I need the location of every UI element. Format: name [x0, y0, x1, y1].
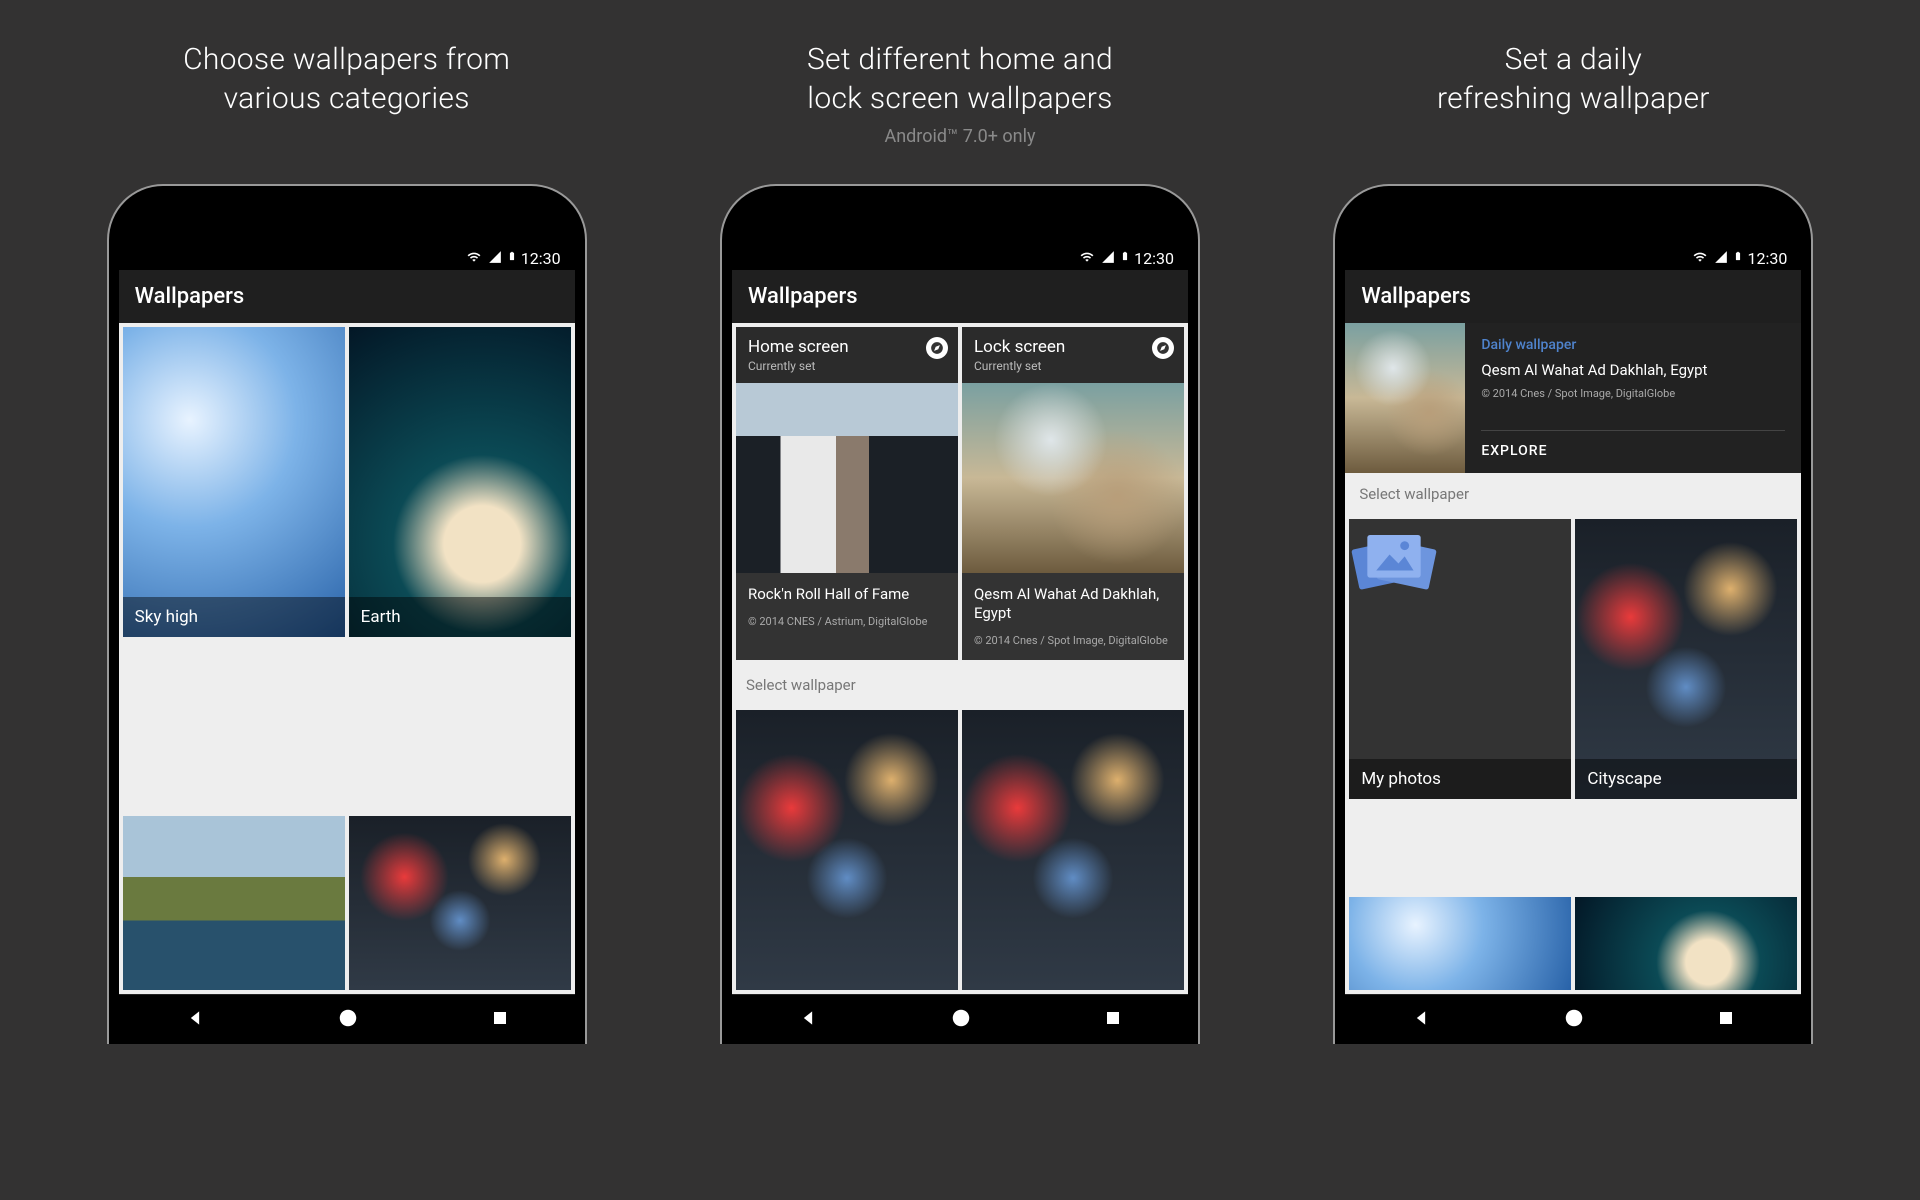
wallpaper-name: Rock'n Roll Hall of Fame [748, 585, 946, 604]
category-tile[interactable] [123, 816, 345, 991]
wifi-icon [1078, 249, 1096, 268]
tile-my-photos[interactable]: My photos [1349, 519, 1571, 799]
category-tile-sky-high[interactable]: Sky high [123, 327, 345, 637]
back-icon[interactable] [185, 1008, 205, 1032]
android-navbar [1345, 994, 1801, 1044]
wallpaper-name: Qesm Al Wahat Ad Dakhlah, Egypt [974, 585, 1172, 623]
promo-panel-daily: Set a daily refreshing wallpaper 12:30 W… [1287, 40, 1860, 1200]
tile-cityscape[interactable]: Cityscape [1575, 519, 1797, 799]
recents-icon[interactable] [491, 1009, 509, 1031]
card-title: Home screen [748, 337, 946, 357]
android-navbar [119, 994, 575, 1044]
phone-mockup: 12:30 Wallpapers Home screen Currently s… [720, 184, 1200, 1044]
promo-headline: Set different home and lock screen wallp… [807, 40, 1113, 118]
explore-icon[interactable] [926, 337, 948, 359]
daily-name: Qesm Al Wahat Ad Dakhlah, Egypt [1481, 361, 1785, 379]
app-title: Wallpapers [732, 270, 1188, 323]
back-icon[interactable] [1411, 1008, 1431, 1032]
app-title: Wallpapers [119, 270, 575, 323]
category-label: Earth [349, 597, 571, 637]
card-lock-screen[interactable]: Lock screen Currently set Qesm Al Wahat … [962, 327, 1184, 660]
wifi-icon [1691, 249, 1709, 268]
home-icon[interactable] [1563, 1007, 1585, 1033]
daily-attribution: © 2014 Cnes / Spot Image, DigitalGlobe [1481, 387, 1785, 400]
category-label: Sky high [123, 597, 345, 637]
card-subtitle: Currently set [974, 359, 1172, 373]
status-time: 12:30 [1747, 249, 1787, 268]
explore-icon[interactable] [1152, 337, 1174, 359]
phone-mockup: 12:30 Wallpapers Sky high Earth [107, 184, 587, 1044]
category-tile[interactable] [349, 816, 571, 991]
category-tile[interactable] [1575, 897, 1797, 991]
promo-headline: Set a daily refreshing wallpaper [1437, 40, 1710, 118]
section-select-wallpaper: Select wallpaper [732, 664, 1188, 706]
wallpaper-attribution: © 2014 Cnes / Spot Image, DigitalGlobe [974, 633, 1172, 648]
wallpaper-attribution: © 2014 CNES / Astrium, DigitalGlobe [748, 614, 946, 629]
back-icon[interactable] [798, 1008, 818, 1032]
promo-panel-categories: Choose wallpapers from various categorie… [60, 40, 633, 1200]
statusbar: 12:30 [732, 246, 1188, 270]
photos-icon [1349, 584, 1439, 603]
wifi-icon [465, 249, 483, 268]
promo-panel-home-lock: Set different home and lock screen wallp… [673, 40, 1246, 1200]
promo-subheadline: Android™ 7.0+ only [884, 126, 1035, 150]
phone-mockup: 12:30 Wallpapers Daily wallpaper Qesm Al… [1333, 184, 1813, 1044]
battery-icon [1120, 248, 1130, 268]
category-tile[interactable] [736, 710, 958, 990]
battery-icon [1733, 248, 1743, 268]
card-home-screen[interactable]: Home screen Currently set Rock'n Roll Ha… [736, 327, 958, 660]
category-tile[interactable] [1349, 897, 1571, 991]
cell-signal-icon [487, 249, 503, 268]
status-time: 12:30 [521, 249, 561, 268]
category-tile[interactable] [962, 710, 1184, 990]
cell-signal-icon [1100, 249, 1116, 268]
recents-icon[interactable] [1104, 1009, 1122, 1031]
statusbar: 12:30 [1345, 246, 1801, 270]
daily-wallpaper-card[interactable]: Daily wallpaper Qesm Al Wahat Ad Dakhlah… [1345, 323, 1801, 473]
promo-headline: Choose wallpapers from various categorie… [183, 40, 510, 118]
status-time: 12:30 [1134, 249, 1174, 268]
android-navbar [732, 994, 1188, 1044]
explore-button[interactable]: EXPLORE [1481, 430, 1785, 459]
home-icon[interactable] [337, 1007, 359, 1033]
recents-icon[interactable] [1717, 1009, 1735, 1031]
daily-tag: Daily wallpaper [1481, 337, 1785, 353]
card-subtitle: Currently set [748, 359, 946, 373]
app-title: Wallpapers [1345, 270, 1801, 323]
card-title: Lock screen [974, 337, 1172, 357]
cell-signal-icon [1713, 249, 1729, 268]
category-tile-earth[interactable]: Earth [349, 327, 571, 637]
tile-label: My photos [1349, 759, 1571, 799]
section-select-wallpaper: Select wallpaper [1345, 473, 1801, 515]
battery-icon [507, 248, 517, 268]
statusbar: 12:30 [119, 246, 575, 270]
tile-label: Cityscape [1575, 759, 1797, 799]
home-icon[interactable] [950, 1007, 972, 1033]
